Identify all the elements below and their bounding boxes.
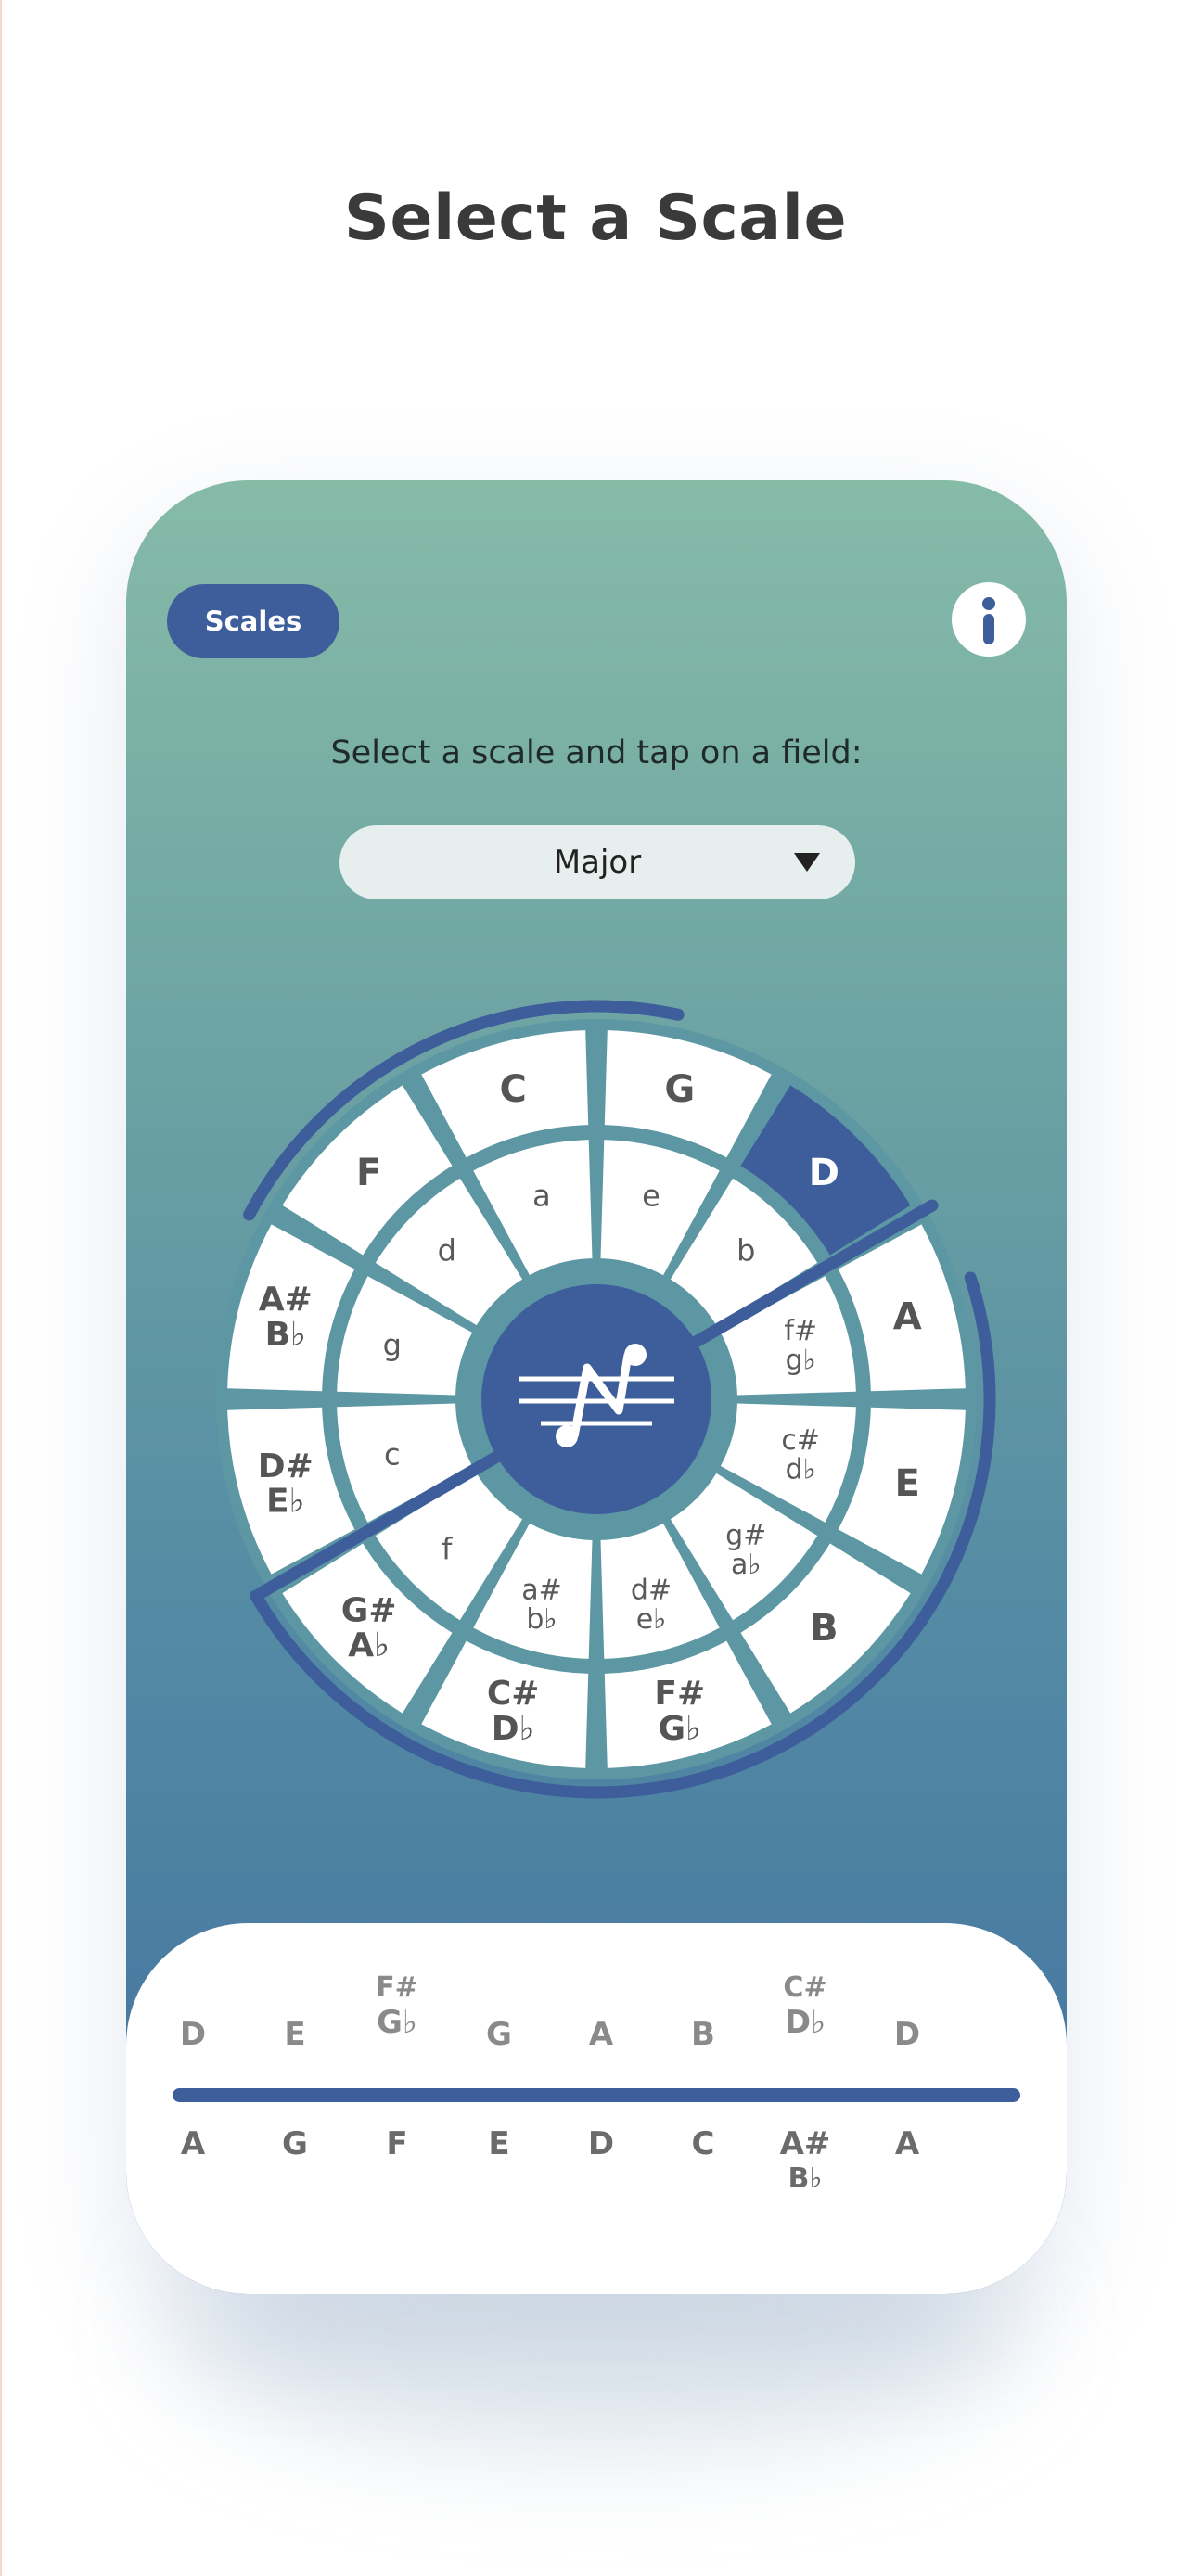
note-logo-icon[interactable] xyxy=(481,1284,711,1514)
note-label: A# xyxy=(779,2125,831,2162)
scale-divider-bar xyxy=(173,2088,1020,2102)
page-title: Select a Scale xyxy=(343,182,848,255)
descending-note: E xyxy=(448,2125,550,2162)
wheel-label-inner: f xyxy=(442,1532,453,1567)
wheel-label-outer: A# B♭ xyxy=(259,1281,313,1354)
wheel-label-inner: g# a♭ xyxy=(725,1519,766,1581)
app-screen: Scales Select a scale and tap on a field… xyxy=(126,480,1067,2294)
ascending-note: D xyxy=(856,2016,958,2053)
scale-type-dropdown[interactable]: Major xyxy=(339,825,855,899)
ascending-note: B xyxy=(652,2016,754,2053)
page-edge-divider xyxy=(0,0,2,2576)
note-label: B xyxy=(691,2016,715,2053)
note-label: G xyxy=(486,2016,512,2053)
descending-note: F xyxy=(346,2125,448,2162)
wheel-label-inner: d xyxy=(438,1232,456,1268)
note-label: D xyxy=(587,2125,615,2162)
scale-notes-panel: D E F# G♭ G A B C# D♭ D A G F E D C A# B♭ A xyxy=(126,1923,1067,2294)
wheel-label-inner: c xyxy=(384,1437,401,1473)
info-button[interactable] xyxy=(952,582,1026,657)
descending-note: A xyxy=(856,2125,958,2162)
circle-of-fifths-wheel[interactable]: Ca Ge Db Af# g♭ Ec# d♭ Bg# a♭ F# G♭ d# e♭ C# D♭ a# b♭ G# A… xyxy=(197,1000,996,1799)
note-label: G xyxy=(282,2125,308,2162)
note-label: D xyxy=(179,2016,207,2053)
note-label: G♭ xyxy=(377,2004,417,2041)
scales-button[interactable]: Scales xyxy=(167,584,339,658)
descending-note: A# B♭ xyxy=(754,2125,856,2195)
note-label: F xyxy=(386,2125,408,2162)
ascending-note: G xyxy=(448,2016,550,2053)
descending-note: G xyxy=(244,2125,346,2162)
wheel-label-outer: C# D♭ xyxy=(487,1675,540,1748)
note-label: C xyxy=(691,2125,715,2162)
wheel-label-inner: c# d♭ xyxy=(781,1424,820,1486)
wheel-label-inner: a# b♭ xyxy=(521,1574,562,1636)
ascending-note: F# G♭ xyxy=(346,1971,448,2041)
note-accidental-label: C# xyxy=(783,1971,827,2004)
ascending-note: D xyxy=(142,2016,244,2053)
instruction-text: Select a scale and tap on a field: xyxy=(330,734,863,772)
wheel-label-outer: E xyxy=(895,1462,920,1505)
wheel-label-inner: d# e♭ xyxy=(631,1574,672,1636)
wheel-label-outer: A xyxy=(893,1296,922,1339)
descending-note: A xyxy=(142,2125,244,2162)
wheel-label-inner: a xyxy=(532,1178,551,1213)
scale-type-value: Major xyxy=(553,844,642,881)
info-icon xyxy=(982,597,995,644)
wheel-label-outer: C xyxy=(500,1068,527,1111)
descending-note: C xyxy=(652,2125,754,2162)
note-label: A xyxy=(894,2125,920,2162)
ascending-note: C# D♭ xyxy=(754,1971,856,2041)
wheel-label-outer: B xyxy=(810,1607,839,1650)
wheel-label-outer: D xyxy=(809,1152,839,1194)
wheel-label-outer: F xyxy=(356,1152,381,1194)
note-label: E xyxy=(284,2016,306,2053)
wheel-label-inner: b xyxy=(736,1232,755,1268)
ascending-note: A xyxy=(550,2016,652,2053)
note-accidental-label: F# xyxy=(376,1971,418,2004)
ascending-note: E xyxy=(244,2016,346,2053)
wheel-label-outer: F# G♭ xyxy=(654,1675,705,1748)
wheel-label-inner: f# g♭ xyxy=(784,1315,817,1377)
wheel-label-inner: e xyxy=(642,1178,660,1213)
chevron-down-icon xyxy=(794,853,820,872)
note-label: A xyxy=(180,2125,206,2162)
wheel-label-inner: g xyxy=(383,1328,402,1363)
note-label: D xyxy=(893,2016,921,2053)
descending-note: D xyxy=(550,2125,652,2162)
note-accidental-label: B♭ xyxy=(788,2162,823,2195)
wheel-label-outer: G# A♭ xyxy=(341,1591,397,1664)
wheel-label-outer: G xyxy=(664,1068,695,1111)
note-label: E xyxy=(488,2125,510,2162)
note-label: D♭ xyxy=(784,2004,826,2041)
note-label: A xyxy=(588,2016,614,2053)
